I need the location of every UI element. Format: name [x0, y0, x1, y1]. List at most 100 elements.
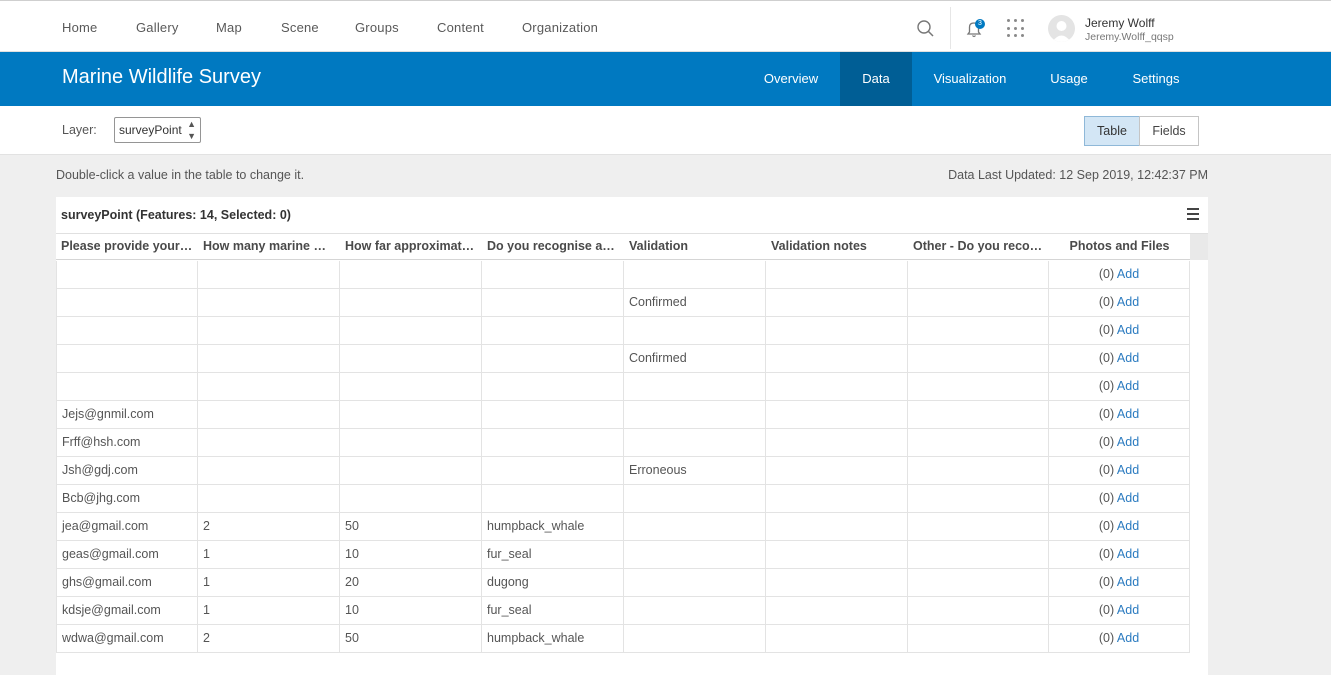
nav-link-organization[interactable]: Organization [522, 20, 598, 35]
table-cell[interactable] [340, 485, 482, 513]
avatar[interactable] [1048, 15, 1075, 42]
user-name[interactable]: Jeremy Wolff [1085, 16, 1155, 30]
table-cell[interactable] [482, 401, 624, 429]
add-attachment-link[interactable]: Add [1117, 519, 1139, 533]
table-cell[interactable]: 2 [198, 513, 340, 541]
table-cell[interactable] [624, 373, 766, 401]
table-cell[interactable]: 10 [340, 597, 482, 625]
table-cell[interactable] [766, 597, 908, 625]
table-cell[interactable]: Bcb@jhg.com [56, 485, 198, 513]
table-cell[interactable]: humpback_whale [482, 625, 624, 653]
table-cell[interactable] [908, 373, 1049, 401]
table-cell[interactable]: 1 [198, 597, 340, 625]
table-cell[interactable] [56, 345, 198, 373]
table-cell[interactable] [482, 261, 624, 289]
table-cell[interactable] [340, 401, 482, 429]
table-cell[interactable] [624, 569, 766, 597]
add-attachment-link[interactable]: Add [1117, 323, 1139, 337]
table-cell[interactable]: Frff@hsh.com [56, 429, 198, 457]
table-cell[interactable] [198, 485, 340, 513]
add-attachment-link[interactable]: Add [1117, 491, 1139, 505]
table-cell[interactable]: 1 [198, 541, 340, 569]
table-cell[interactable] [624, 625, 766, 653]
tab-settings[interactable]: Settings [1118, 52, 1194, 106]
table-cell[interactable]: 50 [340, 625, 482, 653]
table-cell[interactable]: 20 [340, 569, 482, 597]
nav-link-content[interactable]: Content [437, 20, 484, 35]
table-cell[interactable] [482, 457, 624, 485]
column-header[interactable]: Photos and Files [1049, 234, 1190, 260]
table-cell[interactable] [340, 373, 482, 401]
nav-link-groups[interactable]: Groups [355, 20, 399, 35]
table-cell[interactable]: ghs@gmail.com [56, 569, 198, 597]
table-cell[interactable] [908, 261, 1049, 289]
table-cell[interactable] [908, 429, 1049, 457]
add-attachment-link[interactable]: Add [1117, 603, 1139, 617]
table-cell[interactable] [482, 289, 624, 317]
table-cell[interactable] [482, 317, 624, 345]
table-cell[interactable] [624, 541, 766, 569]
table-cell[interactable]: Erroneous [624, 457, 766, 485]
table-cell[interactable] [624, 261, 766, 289]
add-attachment-link[interactable]: Add [1117, 295, 1139, 309]
add-attachment-link[interactable]: Add [1117, 631, 1139, 645]
table-cell[interactable] [908, 289, 1049, 317]
table-cell[interactable] [340, 289, 482, 317]
view-table-button[interactable]: Table [1084, 116, 1140, 146]
table-cell[interactable] [908, 345, 1049, 373]
table-cell[interactable] [908, 485, 1049, 513]
nav-link-home[interactable]: Home [62, 20, 97, 35]
add-attachment-link[interactable]: Add [1117, 407, 1139, 421]
table-cell[interactable] [340, 345, 482, 373]
tab-overview[interactable]: Overview [750, 52, 832, 106]
nav-link-scene[interactable]: Scene [281, 20, 319, 35]
table-cell[interactable] [198, 289, 340, 317]
add-attachment-link[interactable]: Add [1117, 435, 1139, 449]
table-cell[interactable]: Confirmed [624, 289, 766, 317]
table-cell[interactable] [766, 457, 908, 485]
tab-data[interactable]: Data [840, 52, 912, 106]
table-cell[interactable] [908, 457, 1049, 485]
table-cell[interactable] [624, 317, 766, 345]
table-cell[interactable]: Jsh@gdj.com [56, 457, 198, 485]
table-cell[interactable]: 1 [198, 569, 340, 597]
table-cell[interactable] [766, 429, 908, 457]
table-cell[interactable]: 50 [340, 513, 482, 541]
table-cell[interactable] [624, 401, 766, 429]
table-cell[interactable] [908, 317, 1049, 345]
column-header[interactable]: Other - Do you reco… [908, 234, 1049, 260]
column-header[interactable]: Please provide your… [56, 234, 198, 260]
table-cell[interactable] [482, 373, 624, 401]
table-cell[interactable] [624, 485, 766, 513]
table-cell[interactable]: kdsje@gmail.com [56, 597, 198, 625]
table-cell[interactable] [56, 317, 198, 345]
table-cell[interactable] [198, 261, 340, 289]
table-cell[interactable] [482, 429, 624, 457]
table-cell[interactable] [766, 345, 908, 373]
table-cell[interactable] [56, 373, 198, 401]
table-cell[interactable]: humpback_whale [482, 513, 624, 541]
table-cell[interactable] [908, 401, 1049, 429]
table-cell[interactable] [56, 261, 198, 289]
tab-usage[interactable]: Usage [1038, 52, 1100, 106]
table-cell[interactable] [766, 625, 908, 653]
table-cell[interactable]: Jejs@gnmil.com [56, 401, 198, 429]
column-header[interactable]: Validation [624, 234, 766, 260]
search-icon[interactable] [914, 17, 938, 41]
table-cell[interactable] [198, 345, 340, 373]
add-attachment-link[interactable]: Add [1117, 379, 1139, 393]
table-cell[interactable]: 2 [198, 625, 340, 653]
table-cell[interactable] [908, 597, 1049, 625]
column-header[interactable]: How far approximat… [340, 234, 482, 260]
column-header[interactable]: Do you recognise a… [482, 234, 624, 260]
nav-link-gallery[interactable]: Gallery [136, 20, 179, 35]
table-cell[interactable] [908, 625, 1049, 653]
table-cell[interactable] [340, 317, 482, 345]
menu-icon[interactable] [1187, 208, 1199, 220]
table-cell[interactable] [766, 401, 908, 429]
table-cell[interactable] [908, 569, 1049, 597]
table-cell[interactable]: Confirmed [624, 345, 766, 373]
table-cell[interactable] [624, 513, 766, 541]
table-cell[interactable] [766, 485, 908, 513]
table-cell[interactable]: fur_seal [482, 541, 624, 569]
